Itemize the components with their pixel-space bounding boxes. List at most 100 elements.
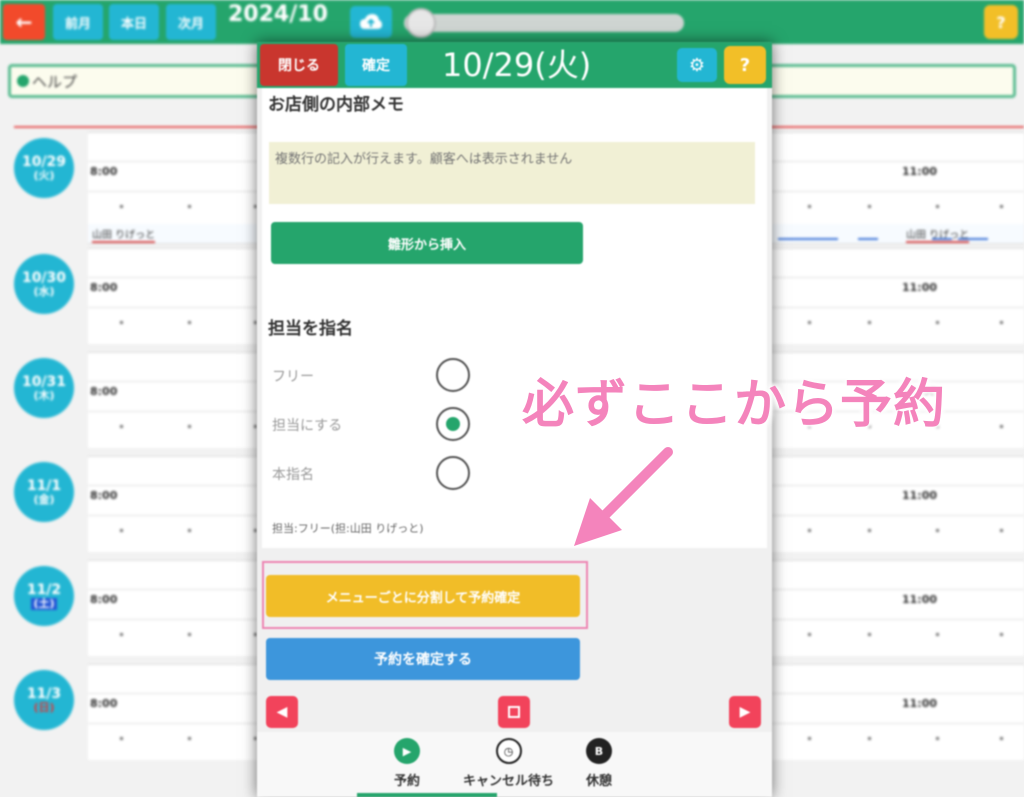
next-arrow-icon[interactable]: ▶ (729, 696, 761, 728)
confirm-button[interactable]: 確定 (345, 44, 407, 86)
day-date: 11/1 (26, 477, 62, 494)
close-button[interactable]: 閉じる (260, 44, 338, 86)
time-label: 11:00 (902, 281, 938, 294)
assign-section-title: 担当を指名 (268, 319, 353, 339)
slot-marker (936, 737, 939, 740)
timer-icon: ◷ (495, 738, 522, 764)
reservation-tag[interactable]: 山田 りげっと (906, 226, 970, 243)
slot-marker (188, 529, 191, 532)
tab-label: 休憩 (586, 774, 613, 789)
slot-marker (808, 737, 811, 740)
month-title: 2024/10 (228, 2, 328, 27)
modal-help-icon[interactable]: ? (724, 46, 766, 84)
slot-marker (808, 321, 811, 324)
day-pill[interactable]: 10/30 (水) (14, 254, 74, 314)
assign-option-label: 本指名 (272, 467, 314, 483)
next-month-button[interactable]: 次月 (166, 4, 216, 40)
annotation-text: 必ずここから予約 (522, 375, 947, 435)
time-label: 8:00 (90, 697, 118, 710)
time-label: 8:00 (90, 489, 118, 502)
time-label: 8:00 (90, 385, 118, 398)
day-date: 10/29 (21, 153, 67, 170)
slot-marker (808, 529, 811, 532)
slot-marker (808, 205, 811, 208)
slot-marker (120, 529, 123, 532)
assign-note: 担当:フリー(担:山田 りげっと) (272, 522, 424, 535)
slot-marker (120, 425, 123, 428)
slot-marker (1000, 529, 1003, 532)
slot-marker (1000, 633, 1003, 636)
day-pill[interactable]: 11/1 (金) (14, 462, 74, 522)
slot-marker (868, 737, 871, 740)
slot-marker (868, 633, 871, 636)
day-weekday: (金) (33, 492, 55, 506)
today-button[interactable]: 本日 (109, 4, 159, 40)
stop-icon[interactable] (498, 696, 530, 728)
memo-card: お店側の内部メモ 雛形から挿入 (262, 88, 767, 316)
reservation-bar (932, 238, 952, 240)
zoom-slider-track[interactable] (404, 14, 684, 32)
play-icon: ▶ (394, 738, 420, 764)
split-by-menu-confirm-button[interactable]: メニューごとに分割して予約確定 (266, 575, 580, 617)
time-label: 11:00 (902, 165, 938, 178)
slot-marker (120, 737, 123, 740)
day-date: 10/30 (21, 269, 67, 286)
time-label: 11:00 (902, 593, 938, 606)
day-weekday: (水) (33, 284, 55, 298)
slot-marker (188, 737, 191, 740)
slot-marker (868, 321, 871, 324)
tab-reserve[interactable]: ▶ 予約 (394, 738, 420, 789)
slot-marker (936, 529, 939, 532)
top-toolbar: ← 前月 本日 次月 2024/10 ? (0, 0, 1024, 44)
slot-marker (936, 321, 939, 324)
day-pill[interactable]: 11/2 (土) (14, 566, 74, 626)
cloud-upload-icon[interactable] (350, 6, 392, 38)
day-weekday: (土) (31, 596, 57, 611)
assign-option-label: 担当にする (272, 418, 343, 434)
day-pill[interactable]: 10/31 (木) (14, 358, 74, 418)
tab-cancel-wait[interactable]: ◷ キャンセル待ち (463, 738, 554, 789)
slot-marker (188, 633, 191, 636)
insert-template-button[interactable]: 雛形から挿入 (271, 222, 583, 264)
break-icon: B (586, 738, 612, 764)
day-weekday: (火) (33, 168, 55, 182)
radio-button[interactable] (436, 456, 470, 490)
slot-marker (188, 425, 191, 428)
time-label: 8:00 (90, 281, 118, 294)
reservation-bar (858, 238, 878, 240)
memo-input[interactable] (269, 142, 755, 204)
prev-arrow-icon[interactable]: ◀ (266, 696, 298, 728)
info-icon (17, 75, 29, 87)
memo-section-title: お店側の内部メモ (268, 95, 404, 115)
reservation-bar (958, 238, 988, 240)
slot-marker (188, 205, 191, 208)
day-date: 10/31 (21, 373, 67, 390)
slot-marker (1000, 205, 1003, 208)
confirm-reservation-button[interactable]: 予約を確定する (266, 638, 580, 680)
reservation-tag[interactable]: 山田 りげっと (92, 226, 156, 243)
day-pill[interactable]: 10/29 (火) (14, 138, 74, 198)
day-weekday: (木) (33, 388, 55, 402)
tab-label: キャンセル待ち (463, 774, 555, 789)
modal-tab-bar: ▶ 予約 ◷ キャンセル待ち B 休憩 (257, 732, 772, 797)
modal-header: 閉じる 確定 10/29(火) ⚙ ? (257, 42, 772, 88)
modal-date-title: 10/29(火) (442, 46, 592, 84)
back-button[interactable]: ← (3, 4, 45, 40)
tab-break[interactable]: B 休憩 (586, 738, 612, 789)
assign-option-label: フリー (272, 369, 314, 385)
day-date: 11/2 (26, 581, 62, 598)
slot-marker (868, 529, 871, 532)
slot-marker (936, 633, 939, 636)
gear-icon[interactable]: ⚙ (677, 48, 717, 82)
zoom-slider-handle[interactable] (406, 8, 436, 38)
radio-button-selected[interactable] (436, 407, 470, 441)
radio-button[interactable] (436, 358, 470, 392)
slot-marker (120, 205, 123, 208)
slot-marker (1000, 425, 1003, 428)
slot-marker (120, 321, 123, 324)
prev-month-button[interactable]: 前月 (53, 4, 103, 40)
active-tab-indicator (357, 793, 497, 797)
help-icon[interactable]: ? (984, 5, 1018, 39)
day-pill[interactable]: 11/3 (日) (14, 670, 74, 730)
tab-label: 予約 (394, 774, 421, 789)
